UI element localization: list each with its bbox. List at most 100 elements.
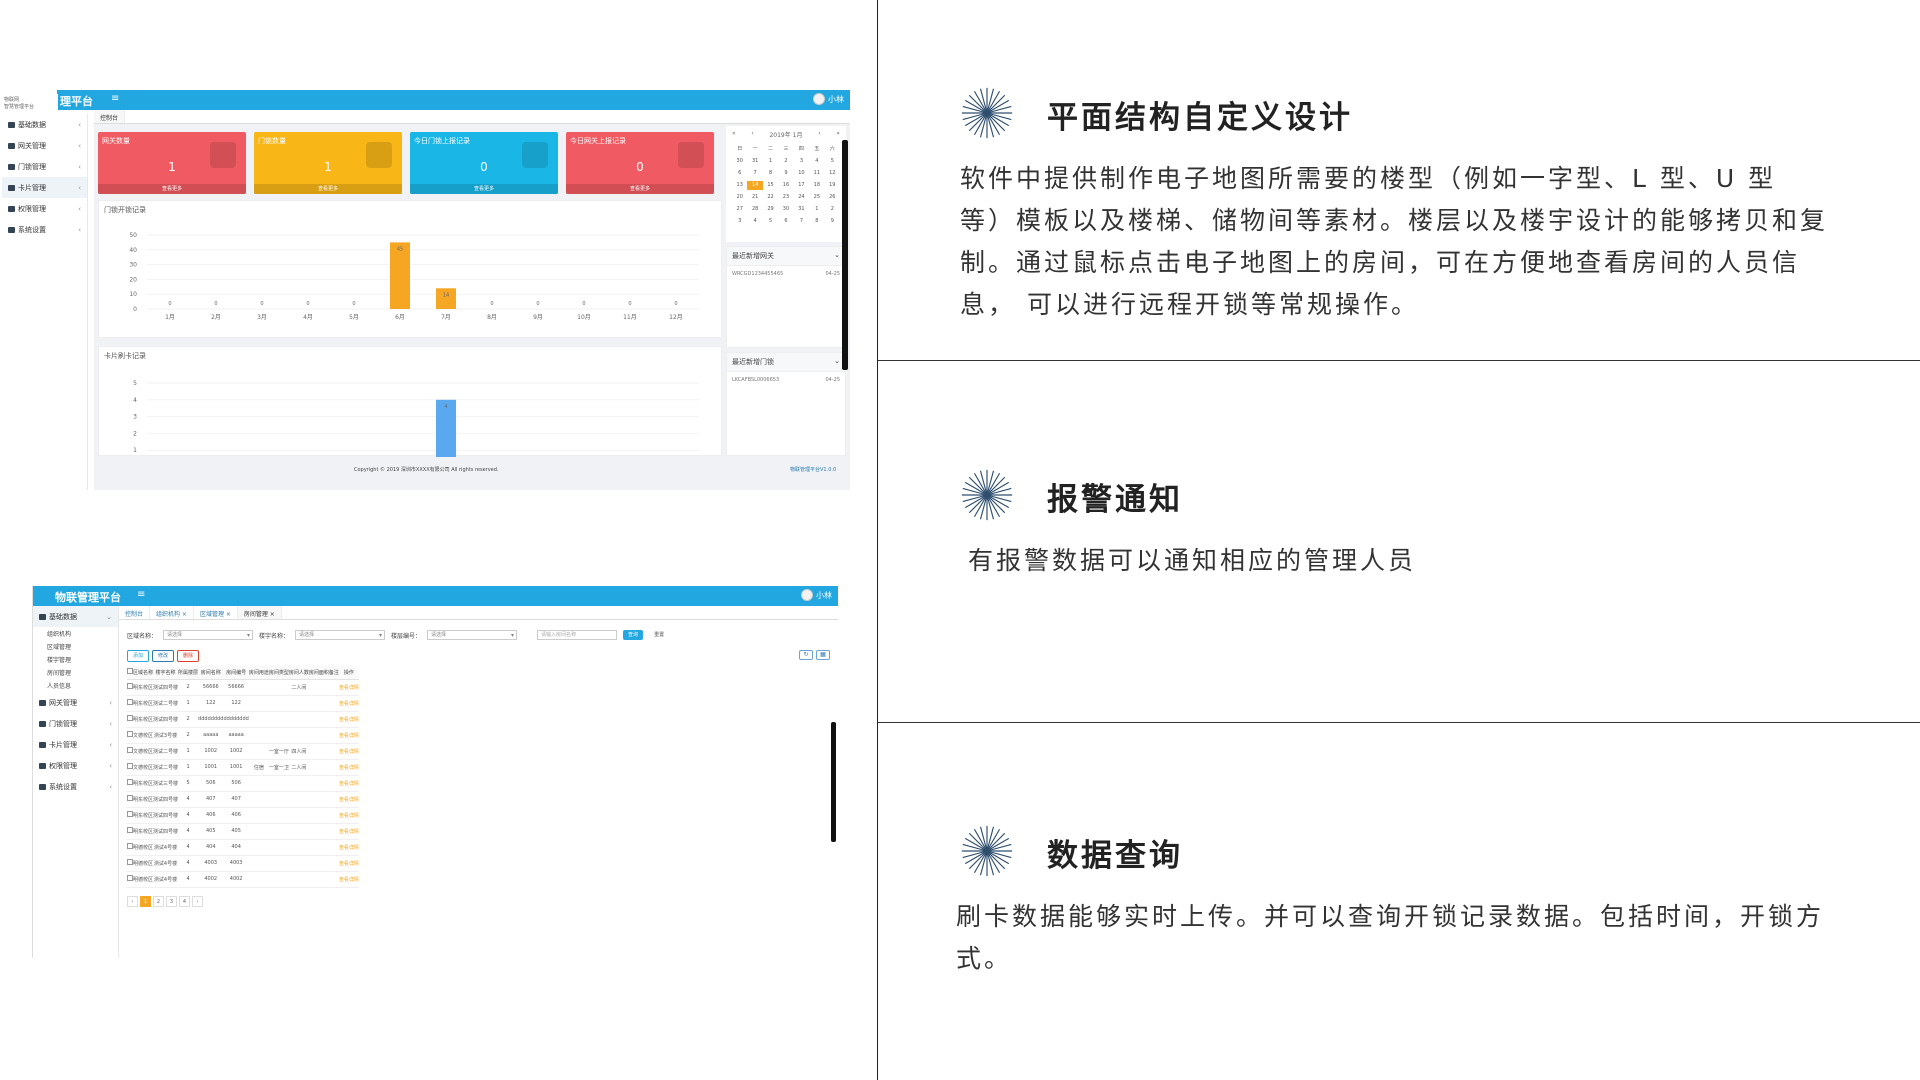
- columns-icon[interactable]: ▦: [816, 650, 830, 660]
- room-name-input[interactable]: 请输入房间名称: [537, 630, 618, 640]
- view-detail-link[interactable]: 查看详情: [338, 855, 359, 872]
- edit-button[interactable]: 修改: [152, 650, 175, 662]
- sidebar-item[interactable]: 权限管理 ‹: [2, 198, 87, 219]
- calendar-day[interactable]: 2: [825, 205, 840, 214]
- stat-card[interactable]: 今日门锁上报记录 0 查看更多: [410, 132, 558, 194]
- calendar-day[interactable]: 27: [732, 205, 747, 214]
- view-detail-link[interactable]: 查看详情: [338, 823, 359, 840]
- calendar-day[interactable]: 30: [778, 205, 793, 214]
- view-detail-link[interactable]: 查看详情: [338, 807, 359, 824]
- table-row[interactable]: 明东校区 测试三号楼 5 506 506 查看详情: [127, 775, 359, 792]
- prev-month-icon[interactable]: ‹: [751, 130, 753, 139]
- page-button[interactable]: 2: [153, 896, 164, 907]
- calendar-day[interactable]: 20: [732, 193, 747, 202]
- calendar-day[interactable]: 1: [809, 205, 824, 214]
- table-row[interactable]: 文德校区 测试二号楼 1 1002 1002 一室一厅 四人间 查看详情: [127, 743, 359, 760]
- calendar-day[interactable]: 5: [825, 157, 840, 166]
- calendar-day[interactable]: 13: [732, 181, 747, 190]
- table-row[interactable]: 明东校区 测试四号楼 2 dddddddd dddddddd 查看详情: [127, 711, 359, 728]
- reset-button[interactable]: 重置: [649, 630, 669, 640]
- tab[interactable]: 区域管理 ×: [194, 606, 238, 619]
- view-detail-link[interactable]: 查看详情: [338, 695, 359, 712]
- calendar-day[interactable]: 3: [732, 217, 747, 226]
- view-detail-link[interactable]: 查看详情: [338, 871, 359, 888]
- menu-toggle-icon[interactable]: ≡: [137, 589, 145, 600]
- stat-card-more[interactable]: 查看更多: [410, 184, 558, 194]
- view-detail-link[interactable]: 查看详情: [338, 727, 359, 744]
- prev-year-icon[interactable]: «: [732, 130, 736, 139]
- stat-card[interactable]: 今日网关上报记录 0 查看更多: [566, 132, 714, 194]
- area-select[interactable]: 请选择: [163, 630, 254, 640]
- table-row[interactable]: 明德校区 测试4号楼 4 404 404 查看详情: [127, 839, 359, 856]
- user-menu[interactable]: 小林: [813, 93, 844, 105]
- table-row[interactable]: 文德校区 测试3号楼 2 aaaaa aaaaa 查看详情: [127, 727, 359, 744]
- calendar-day[interactable]: 9: [825, 217, 840, 226]
- calendar-day[interactable]: 23: [778, 193, 793, 202]
- calendar-day[interactable]: 1: [763, 157, 778, 166]
- table-row[interactable]: 明东校区 测试四号楼 2 56666 56666 二人间 查看详情: [127, 679, 359, 696]
- calendar-day[interactable]: 11: [809, 169, 824, 178]
- sidebar-item[interactable]: 基础数据 ‹: [2, 114, 87, 135]
- calendar-day[interactable]: 31: [794, 205, 809, 214]
- sidebar-group-base-data[interactable]: 基础数据 ⌄: [33, 606, 118, 627]
- calendar-day[interactable]: 24: [794, 193, 809, 202]
- calendar-day[interactable]: 4: [809, 157, 824, 166]
- calendar-day[interactable]: 22: [763, 193, 778, 202]
- tab[interactable]: 房间管理 ×: [237, 606, 282, 619]
- page-button[interactable]: 1: [140, 896, 151, 907]
- calendar-day[interactable]: 18: [809, 181, 824, 190]
- sidebar-item[interactable]: 系统设置 ‹: [2, 219, 87, 240]
- table-row[interactable]: 明德校区 测试4号楼 4 4002 4002 查看详情: [127, 871, 359, 888]
- refresh-icon[interactable]: ↻: [799, 650, 813, 660]
- chevron-down-icon[interactable]: ⌄: [834, 251, 840, 261]
- calendar-day[interactable]: 29: [763, 205, 778, 214]
- dashboard-scrollbar[interactable]: [842, 140, 848, 370]
- calendar-day[interactable]: 5: [763, 217, 778, 226]
- sidebar-subitem[interactable]: 楼宇管理: [33, 653, 118, 666]
- delete-button[interactable]: 删除: [177, 650, 200, 662]
- calendar-day[interactable]: 17: [794, 181, 809, 190]
- chevron-down-icon[interactable]: ⌄: [834, 357, 840, 367]
- page-button[interactable]: 4: [179, 896, 190, 907]
- calendar-day[interactable]: 12: [825, 169, 840, 178]
- sidebar-subitem[interactable]: 房间管理: [33, 666, 118, 679]
- sidebar-item[interactable]: 卡片管理 ‹: [2, 177, 87, 198]
- calendar-day[interactable]: 9: [778, 169, 793, 178]
- calendar-day[interactable]: 21: [747, 193, 762, 202]
- calendar-day[interactable]: 8: [809, 217, 824, 226]
- sidebar-item[interactable]: 门锁管理 ‹: [33, 713, 118, 734]
- menu-toggle-icon[interactable]: ≡: [111, 93, 119, 104]
- view-detail-link[interactable]: 查看详情: [338, 839, 359, 856]
- view-detail-link[interactable]: 查看详情: [338, 775, 359, 792]
- calendar-day[interactable]: 7: [794, 217, 809, 226]
- stat-card-more[interactable]: 查看更多: [98, 184, 246, 194]
- calendar-day[interactable]: 16: [778, 181, 793, 190]
- sidebar-item[interactable]: 门锁管理 ‹: [2, 156, 87, 177]
- calendar-day[interactable]: 25: [809, 193, 824, 202]
- sidebar-item[interactable]: 网关管理 ‹: [33, 692, 118, 713]
- next-month-icon[interactable]: ›: [818, 130, 820, 139]
- table-row[interactable]: 明东校区 测试二号楼 1 122 122 查看详情: [127, 695, 359, 712]
- floor-select[interactable]: 请选择: [427, 630, 518, 640]
- page-button[interactable]: 3: [166, 896, 177, 907]
- table-row[interactable]: 明东校区 测试四号楼 4 407 407 查看详情: [127, 791, 359, 808]
- stat-card[interactable]: 网关数量 1 查看更多: [98, 132, 246, 194]
- sidebar-subitem[interactable]: 人员信息: [33, 679, 118, 692]
- next-year-icon[interactable]: »: [836, 130, 840, 139]
- calendar-day[interactable]: 19: [825, 181, 840, 190]
- sidebar-item[interactable]: 卡片管理 ‹: [33, 734, 118, 755]
- calendar-day[interactable]: 26: [825, 193, 840, 202]
- calendar-day[interactable]: 8: [763, 169, 778, 178]
- calendar-day[interactable]: 28: [747, 205, 762, 214]
- calendar-day[interactable]: 2: [778, 157, 793, 166]
- calendar-day[interactable]: 31: [747, 157, 762, 166]
- calendar-day[interactable]: 7: [747, 169, 762, 178]
- calendar-day[interactable]: 4: [747, 217, 762, 226]
- add-button[interactable]: 添加: [127, 650, 150, 662]
- building-select[interactable]: 请选择: [295, 630, 386, 640]
- calendar-day[interactable]: 10: [794, 169, 809, 178]
- tab[interactable]: 控制台: [119, 606, 151, 619]
- sidebar-item[interactable]: 网关管理 ‹: [2, 135, 87, 156]
- sidebar-subitem[interactable]: 区域管理: [33, 640, 118, 653]
- sidebar-subitem[interactable]: 组织机构: [33, 627, 118, 640]
